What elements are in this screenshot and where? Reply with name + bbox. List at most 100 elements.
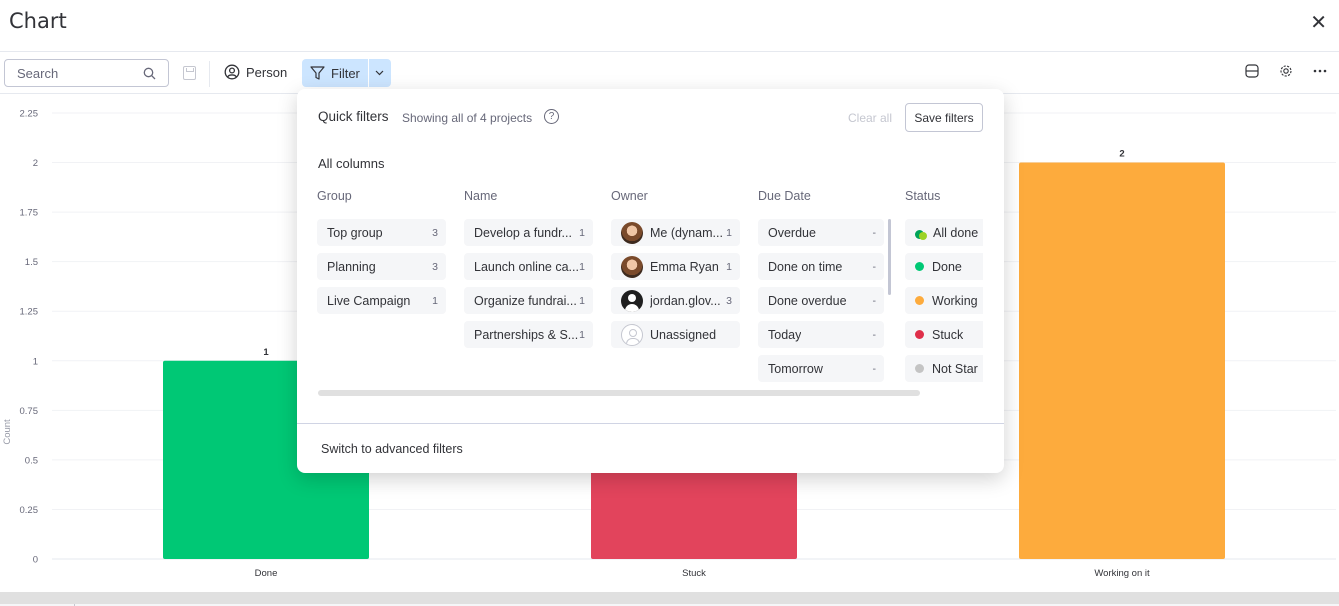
name-chip[interactable]: Organize fundrai... 1 bbox=[464, 287, 593, 314]
y-tick-label: 1.5 bbox=[25, 257, 38, 268]
help-icon[interactable]: ? bbox=[544, 109, 559, 124]
group-chip[interactable]: Top group 3 bbox=[317, 219, 446, 246]
search-box[interactable] bbox=[4, 59, 169, 87]
name-chip[interactable]: Partnerships & S... 1 bbox=[464, 321, 593, 348]
chip-count: - bbox=[872, 294, 877, 307]
chip-label: Done on time bbox=[768, 259, 843, 274]
avatar bbox=[621, 221, 643, 244]
name-column-header: Name bbox=[464, 189, 498, 203]
x-tick-label: Done bbox=[255, 568, 278, 579]
advanced-filters-link[interactable]: Switch to advanced filters bbox=[321, 442, 463, 456]
status-dot-icon bbox=[915, 262, 924, 271]
close-icon[interactable]: ✕ bbox=[1310, 10, 1327, 35]
quick-filters-popup: Quick filters Showing all of 4 projects … bbox=[297, 89, 1004, 473]
name-chip[interactable]: Launch online ca... 1 bbox=[464, 253, 593, 280]
group-column-header: Group bbox=[317, 189, 352, 203]
y-tick-label: 1.25 bbox=[20, 307, 39, 318]
group-chip[interactable]: Planning 3 bbox=[317, 253, 446, 280]
status-column: Status All done Done Working Stuck Not S… bbox=[905, 189, 983, 389]
save-icon[interactable] bbox=[183, 66, 196, 80]
quick-filters-title: Quick filters bbox=[318, 109, 389, 124]
all-done-icon bbox=[915, 227, 927, 240]
status-chip[interactable]: Not Star bbox=[905, 355, 983, 382]
chip-count: - bbox=[872, 260, 877, 273]
y-tick-label: 0.5 bbox=[25, 455, 38, 466]
chip-label: Organize fundrai... bbox=[474, 293, 577, 308]
due-date-chip[interactable]: Done on time - bbox=[758, 253, 884, 280]
owner-chip[interactable]: Me (dynam... 1 bbox=[611, 219, 740, 246]
toolbar-divider bbox=[209, 61, 210, 87]
filter-label: Filter bbox=[331, 65, 360, 81]
filter-button[interactable]: Filter bbox=[302, 59, 368, 87]
owner-column-header: Owner bbox=[611, 189, 648, 203]
chip-label: Done overdue bbox=[768, 293, 847, 308]
filter-control: Filter bbox=[302, 59, 391, 87]
chip-count: 1 bbox=[726, 260, 732, 273]
owner-chip[interactable]: jordan.glov... 3 bbox=[611, 287, 740, 314]
chip-label: Live Campaign bbox=[327, 293, 411, 308]
clear-all-button[interactable]: Clear all bbox=[848, 111, 892, 125]
chip-label: Unassigned bbox=[650, 327, 717, 342]
filter-dropdown-button[interactable] bbox=[368, 59, 391, 87]
y-tick-label: 1 bbox=[33, 356, 38, 367]
chip-label: Tomorrow bbox=[768, 361, 823, 376]
chip-label: Not Star bbox=[932, 361, 978, 376]
chip-label: Emma Ryan bbox=[650, 259, 719, 274]
columns-horizontal-scrollbar[interactable] bbox=[318, 390, 920, 396]
search-icon bbox=[143, 67, 156, 79]
due-date-chip[interactable]: Tomorrow - bbox=[758, 355, 884, 382]
gear-icon[interactable] bbox=[1279, 64, 1293, 78]
chevron-down-icon bbox=[375, 70, 384, 76]
status-chip[interactable]: All done bbox=[905, 219, 983, 246]
owner-chip[interactable]: Emma Ryan 1 bbox=[611, 253, 740, 280]
chip-count: 1 bbox=[726, 226, 732, 239]
due-date-chip[interactable]: Today - bbox=[758, 321, 884, 348]
chip-count: 1 bbox=[579, 294, 585, 307]
more-icon[interactable] bbox=[1313, 69, 1327, 73]
chip-count: - bbox=[872, 362, 877, 375]
layout-icon[interactable] bbox=[1245, 64, 1259, 78]
search-input[interactable] bbox=[17, 65, 137, 81]
y-tick-label: 1.75 bbox=[20, 208, 39, 219]
group-column: Group Top group 3 Planning 3 Live Campaign… bbox=[317, 189, 446, 314]
chip-label: Top group bbox=[327, 225, 383, 240]
y-tick-label: 2 bbox=[33, 158, 38, 169]
chip-label: Overdue bbox=[768, 225, 816, 240]
chip-count: 3 bbox=[726, 294, 732, 307]
y-tick-label: 0.75 bbox=[20, 406, 39, 417]
page-title: Chart bbox=[9, 9, 67, 33]
group-chip[interactable]: Live Campaign 1 bbox=[317, 287, 446, 314]
user-icon bbox=[621, 289, 643, 312]
due-date-column-header: Due Date bbox=[758, 189, 811, 203]
chip-label: Develop a fundr... bbox=[474, 225, 572, 240]
person-filter-button[interactable]: Person bbox=[224, 64, 287, 80]
chip-count: 1 bbox=[432, 294, 438, 307]
name-column: Name Develop a fundr... 1 Launch online c… bbox=[464, 189, 593, 348]
status-dot-icon bbox=[915, 364, 924, 373]
name-chip[interactable]: Develop a fundr... 1 bbox=[464, 219, 593, 246]
quick-filters-subtitle: Showing all of 4 projects bbox=[402, 111, 533, 125]
chip-count: - bbox=[872, 226, 877, 239]
person-label: Person bbox=[246, 64, 288, 80]
due-date-chip[interactable]: Done overdue - bbox=[758, 287, 884, 314]
due-date-column: Due Date Overdue - Done on time - Done ove… bbox=[758, 189, 884, 382]
chip-label: Today bbox=[768, 327, 802, 342]
horizontal-scrollbar[interactable] bbox=[0, 592, 1339, 604]
owner-chip[interactable]: Unassigned bbox=[611, 321, 740, 348]
status-chip[interactable]: Stuck bbox=[905, 321, 983, 348]
chip-label: Planning bbox=[327, 259, 376, 274]
due-date-chip[interactable]: Overdue - bbox=[758, 219, 884, 246]
chip-count: 1 bbox=[579, 328, 585, 341]
status-dot-icon bbox=[915, 296, 924, 305]
chip-label: jordan.glov... bbox=[650, 293, 721, 308]
toolbar: Person Filter bbox=[0, 52, 1339, 94]
chip-label: Working bbox=[932, 293, 978, 308]
due-date-scrollbar[interactable] bbox=[888, 219, 891, 295]
status-chip[interactable]: Done bbox=[905, 253, 983, 280]
chip-label: Partnerships & S... bbox=[474, 327, 579, 342]
bar-working-on-it bbox=[1019, 162, 1225, 560]
avatar bbox=[621, 255, 643, 278]
status-chip[interactable]: Working bbox=[905, 287, 983, 314]
save-filters-button[interactable]: Save filters bbox=[905, 103, 983, 132]
chip-label: Launch online ca... bbox=[474, 259, 579, 274]
